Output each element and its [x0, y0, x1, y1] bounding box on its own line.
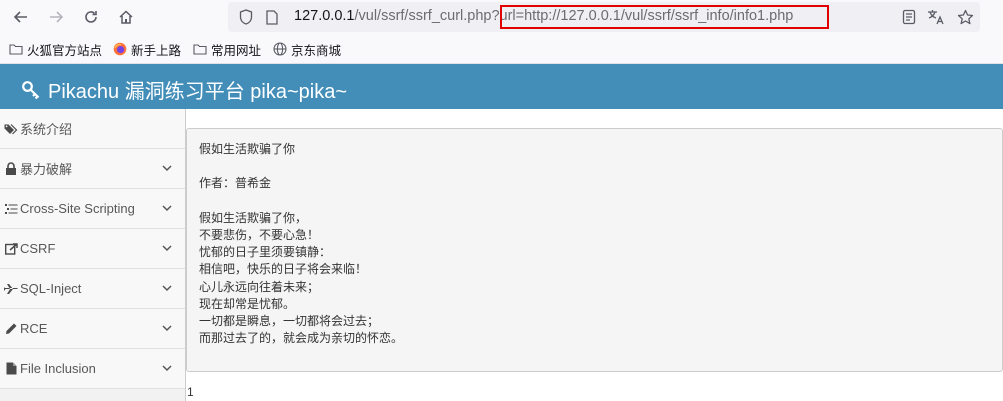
folder-icon [9, 42, 23, 56]
site-title[interactable]: Pikachu 漏洞练习平台 pika~pika~ [20, 75, 347, 104]
bookmark-label: 火狐官方站点 [27, 43, 103, 58]
bookmark-label: 新手上路 [131, 43, 182, 58]
sidebar-item-label: File Inclusion [20, 361, 96, 376]
lock-icon [4, 162, 18, 176]
sidebar-item-label: SQL-Inject [20, 281, 82, 296]
chevron-down-icon[interactable] [161, 242, 173, 254]
tags-icon [4, 122, 18, 136]
browser-toolbar: 127.0.0.1/vul/ssrf/ssrf_curl.php?url=htt… [0, 0, 1003, 34]
url-host: 127.0.0.1 [294, 8, 355, 24]
chevron-down-icon[interactable] [161, 202, 173, 214]
chevron-down-icon[interactable] [161, 282, 173, 294]
ssrf-output-box: 假如生活欺骗了你 作者：普希金 假如生活欺骗了你， 不要悲伤，不要心急！ 忧郁的… [186, 128, 1003, 372]
translate-icon[interactable] [925, 6, 947, 28]
home-icon[interactable] [115, 6, 137, 28]
globe-icon [273, 42, 287, 56]
page-icon[interactable] [264, 9, 280, 25]
folder-icon [193, 42, 207, 56]
output-footer-text: 1 [187, 385, 194, 399]
sidebar-item-brute-force[interactable]: 暴力破解 [0, 149, 185, 189]
site-header: Pikachu 漏洞练习平台 pika~pika~ [0, 64, 1003, 109]
sidebar-item-csrf[interactable]: CSRF [0, 229, 185, 269]
sidebar-item-file-inclusion[interactable]: File Inclusion [0, 349, 185, 389]
forward-icon[interactable] [45, 6, 67, 28]
reader-view-icon[interactable] [898, 6, 920, 28]
star-icon[interactable] [954, 6, 976, 28]
sidebar-item-label: RCE [20, 321, 48, 336]
firefox-logo-icon [113, 42, 127, 56]
reload-icon[interactable] [80, 6, 102, 28]
bookmark-label: 京东商城 [291, 43, 342, 58]
shield-icon[interactable] [238, 9, 254, 25]
plane-icon [4, 282, 18, 296]
sidebar-item-label: 暴力破解 [20, 162, 73, 177]
sidebar-item-rce[interactable]: RCE [0, 309, 185, 349]
key-icon [20, 79, 42, 101]
poem-text: 假如生活欺骗了你 作者：普希金 假如生活欺骗了你， 不要悲伤，不要心急！ 忧郁的… [199, 142, 404, 346]
sidebar-item-label: CSRF [20, 241, 56, 256]
url-highlight-box [500, 5, 829, 29]
back-icon[interactable] [10, 6, 32, 28]
chevron-down-icon[interactable] [161, 362, 173, 374]
share-icon [4, 242, 18, 256]
bookmark-firefox-official[interactable]: 火狐官方站点 [9, 40, 102, 58]
bookmark-common-sites[interactable]: 常用网址 [193, 40, 261, 58]
bookmark-label: 常用网址 [211, 43, 262, 58]
sidebar-item-xss[interactable]: Cross-Site Scripting [0, 189, 185, 229]
chevron-down-icon[interactable] [161, 162, 173, 174]
sidebar-item-label: 系统介绍 [20, 122, 73, 137]
list-icon [4, 202, 18, 216]
chevron-down-icon[interactable] [161, 322, 173, 334]
sidebar-item-intro[interactable]: 系统介绍 [0, 109, 185, 149]
sidebar: 系统介绍 暴力破解 Cross-Site Scripting CSRF SQL-… [0, 109, 186, 401]
sidebar-item-sql-inject[interactable]: SQL-Inject [0, 269, 185, 309]
site-title-text: Pikachu 漏洞练习平台 pika~pika~ [48, 81, 348, 103]
bookmarks-bar: 火狐官方站点 新手上路 常用网址 京东商城 [0, 34, 1003, 64]
pencil-icon [4, 322, 18, 336]
bookmark-getting-started[interactable]: 新手上路 [113, 40, 181, 58]
bookmark-jd[interactable]: 京东商城 [273, 40, 341, 58]
sidebar-item-label: Cross-Site Scripting [20, 201, 135, 216]
file-icon [4, 362, 18, 376]
